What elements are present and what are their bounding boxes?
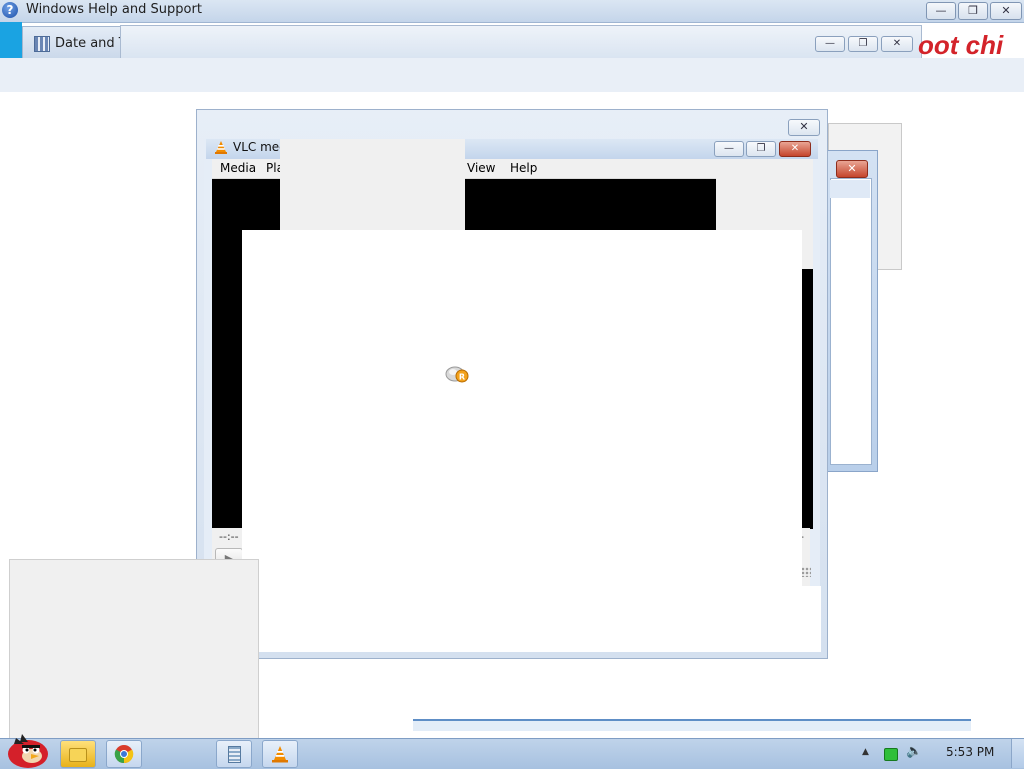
background-window-titlebar[interactable] [120,25,922,60]
vlc-cone-icon [272,746,288,763]
calculator-icon [228,746,241,763]
svg-text:R: R [459,373,465,382]
left-gray-panel [9,559,259,741]
desktop-accent-strip [0,22,22,58]
vlc-menu-media[interactable]: Media [220,161,256,175]
background-band [0,58,1024,92]
vlc-elapsed-time: --:-- [219,530,239,543]
chrome-icon [114,745,134,764]
help-support-title: Windows Help and Support [26,2,202,17]
taskbar-clock[interactable]: 5:53 PM [946,745,994,759]
vlc-menu-view[interactable]: View [467,161,495,175]
help-minimize-button[interactable]: — [926,2,956,20]
tray-expand-icon[interactable]: ▲ [862,747,869,757]
vlc-menu-help[interactable]: Help [510,161,537,175]
show-desktop-button[interactable] [1011,739,1024,768]
background-close-button[interactable]: ✕ [881,36,913,52]
calendar-icon [34,36,50,52]
taskbar [0,738,1024,769]
vlc-close-button[interactable]: ✕ [779,141,811,157]
taskbar-vlc-button[interactable] [262,740,298,768]
background-window-bottom [413,719,971,731]
background-minimize-button[interactable]: — [815,36,845,52]
vlc-minimize-button[interactable]: — [714,141,744,157]
busy-cursor-icon: R [445,366,469,383]
taskbar-explorer-button[interactable] [60,740,96,768]
gray-popup-overlay [280,139,465,231]
blank-window-close-button[interactable]: ✕ [788,119,820,136]
vlc-cone-icon [215,141,227,154]
folder-icon [69,748,87,762]
vlc-restore-button[interactable]: ❐ [746,141,776,157]
help-icon: ? [2,2,18,18]
network-icon[interactable] [884,748,898,761]
right-dialog-close-button[interactable]: ✕ [836,160,868,178]
right-dialog-content [830,178,872,465]
taskbar-calculator-button[interactable] [216,740,252,768]
background-red-heading: oot chi [918,30,1004,60]
background-restore-button[interactable]: ❐ [848,36,878,52]
taskbar-chrome-button[interactable] [106,740,142,768]
help-close-button[interactable]: ✕ [990,2,1022,20]
right-dialog-header-strip [830,180,870,198]
vlc-window-title: VLC med [233,140,287,154]
start-angry-bird-icon[interactable] [2,730,52,768]
white-popup-overlay [242,230,802,587]
help-restore-button[interactable]: ❐ [958,2,988,20]
date-time-title: Date and Ti [55,36,130,51]
white-popup-lower [242,586,821,652]
resize-grip-icon[interactable] [801,567,811,577]
volume-icon[interactable]: 🔈 [906,744,922,759]
